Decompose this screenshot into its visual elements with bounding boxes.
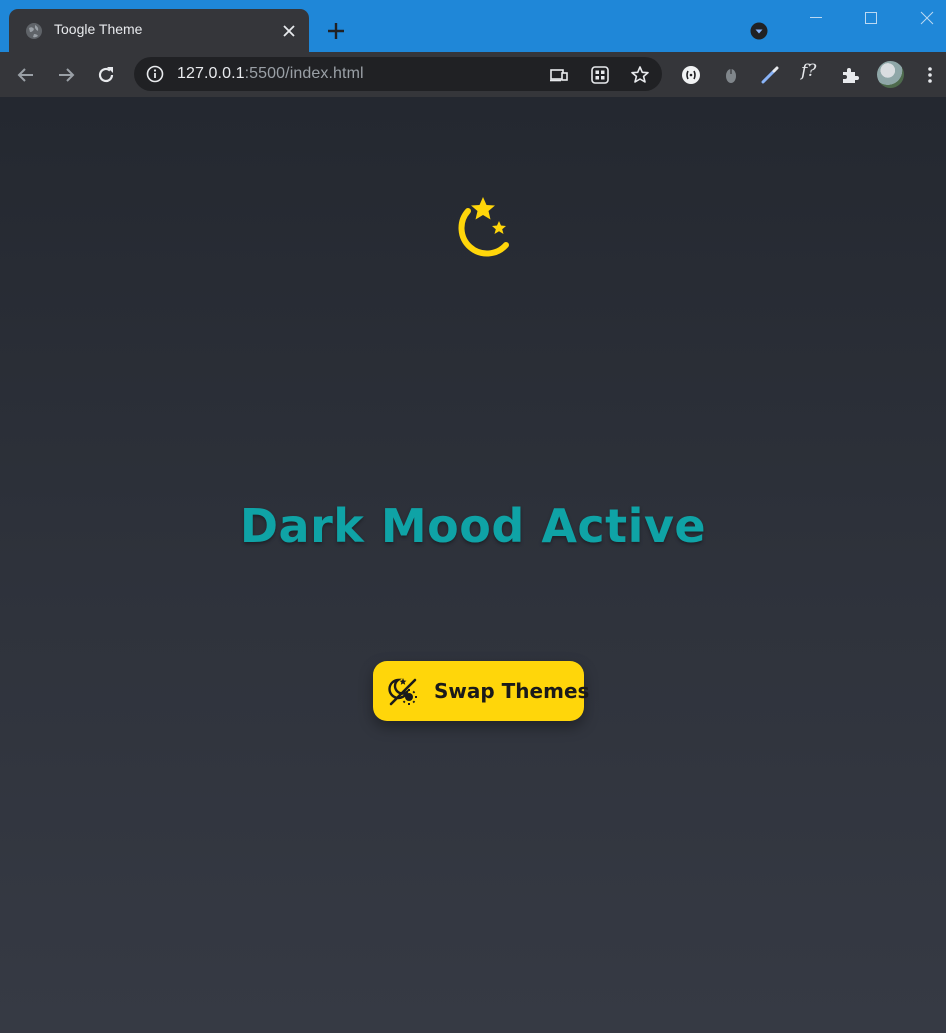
forward-arrow-icon[interactable] bbox=[55, 64, 77, 86]
devtools-extension-icon[interactable] bbox=[680, 64, 702, 86]
reload-icon[interactable] bbox=[95, 64, 117, 86]
globe-icon bbox=[26, 23, 42, 39]
tab-search-icon[interactable] bbox=[750, 22, 768, 40]
new-tab-icon[interactable] bbox=[325, 20, 347, 42]
swap-themes-label: Swap Themes bbox=[434, 679, 590, 703]
browser-titlebar: Toogle Theme bbox=[0, 0, 946, 52]
more-menu-icon[interactable] bbox=[919, 64, 941, 86]
back-arrow-icon[interactable] bbox=[15, 64, 37, 86]
mouse-extension-icon[interactable] bbox=[720, 64, 742, 86]
browser-tab[interactable]: Toogle Theme bbox=[9, 9, 309, 52]
font-finder-extension-icon[interactable]: f? bbox=[801, 61, 816, 81]
profile-avatar[interactable] bbox=[877, 61, 904, 88]
color-picker-extension-icon[interactable] bbox=[759, 64, 781, 86]
url-text[interactable]: 127.0.0.1:5500/index.html bbox=[177, 65, 364, 83]
moon-stars-icon bbox=[458, 197, 509, 257]
close-window-icon[interactable] bbox=[917, 10, 937, 26]
tab-title: Toogle Theme bbox=[54, 21, 143, 37]
site-info-icon[interactable] bbox=[146, 65, 164, 83]
page-content: Dark Mood Active Swap Themes bbox=[0, 97, 946, 1033]
page-heading: Dark Mood Active bbox=[239, 499, 707, 553]
minimize-window-icon[interactable] bbox=[806, 10, 826, 26]
theme-toggle-icon bbox=[388, 678, 417, 706]
cast-device-icon[interactable] bbox=[549, 65, 569, 85]
qr-code-icon[interactable] bbox=[590, 65, 610, 85]
extensions-puzzle-icon[interactable] bbox=[839, 64, 861, 86]
browser-toolbar: 127.0.0.1:5500/index.html f? bbox=[0, 52, 946, 97]
bookmark-star-icon[interactable] bbox=[630, 65, 650, 85]
maximize-window-icon[interactable] bbox=[861, 10, 881, 26]
swap-themes-button[interactable]: Swap Themes bbox=[373, 661, 589, 721]
close-tab-icon[interactable] bbox=[280, 22, 298, 40]
address-bar[interactable]: 127.0.0.1:5500/index.html bbox=[134, 57, 662, 91]
